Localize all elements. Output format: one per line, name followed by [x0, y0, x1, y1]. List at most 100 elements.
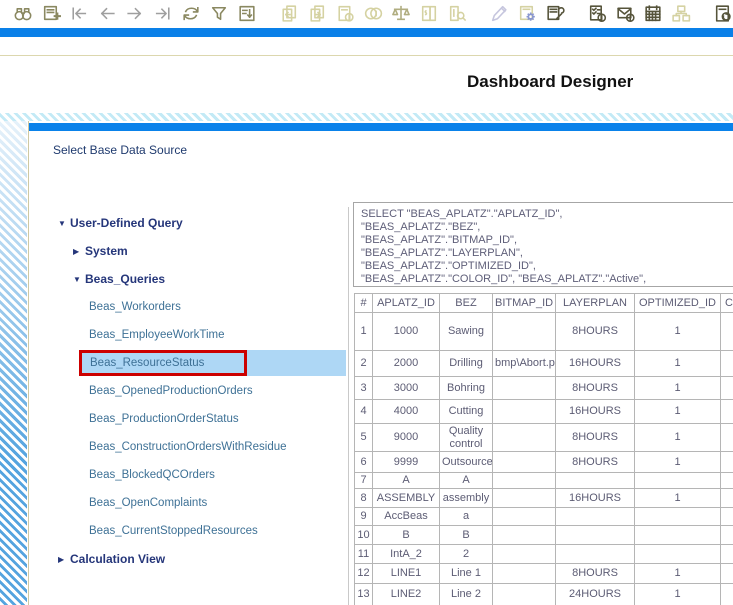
- tree-node-beas-blockedqcorders[interactable]: Beas_BlockedQCOrders: [29, 461, 349, 489]
- table-cell: 8HOURS: [556, 564, 635, 584]
- document-search-icon[interactable]: [446, 3, 468, 25]
- tree-node-beas-constructionorderswithresidue[interactable]: Beas_ConstructionOrdersWithResidue: [29, 433, 349, 461]
- table-cell: [556, 545, 635, 564]
- table-cell: [635, 508, 721, 526]
- tree-node-system[interactable]: ▶System: [29, 237, 349, 265]
- tree-node-label: Beas_ResourceStatus: [90, 357, 204, 369]
- copy-right-icon[interactable]: [306, 3, 328, 25]
- calendar-icon[interactable]: [642, 3, 664, 25]
- table-cell: [635, 526, 721, 545]
- column-header-row-number: #: [355, 294, 373, 313]
- tree-node-beas-employeeworktime[interactable]: Beas_EmployeeWorkTime: [29, 321, 349, 349]
- table-row[interactable]: 8ASSEMBLYassembly16HOURS1: [355, 489, 733, 508]
- tree-node-beas-queries[interactable]: ▼Beas_Queries: [29, 265, 349, 293]
- expanded-arrow-icon[interactable]: ▼: [73, 275, 85, 284]
- tree-node-beas-openedproductionorders[interactable]: Beas_OpenedProductionOrders: [29, 377, 349, 405]
- table-row[interactable]: 33000Bohring8HOURS1: [355, 377, 733, 400]
- table-cell: A: [440, 473, 493, 489]
- table-cell: 1: [355, 313, 373, 351]
- tree-node-user-defined-query[interactable]: ▼User-Defined Query: [29, 209, 349, 237]
- table-row[interactable]: 10BB: [355, 526, 733, 545]
- table-cell: 3000: [373, 377, 440, 400]
- table-row[interactable]: 11000Sawing8HOURS1: [355, 313, 733, 351]
- table-row[interactable]: 7AA: [355, 473, 733, 489]
- table-cell: 1: [635, 377, 721, 400]
- collapsed-arrow-icon[interactable]: ▶: [73, 247, 85, 256]
- refresh-icon[interactable]: [180, 3, 202, 25]
- org-chart-icon[interactable]: [670, 3, 692, 25]
- first-record-icon[interactable]: [68, 3, 90, 25]
- table-cell: [556, 508, 635, 526]
- tree-node-beas-opencomplaints[interactable]: Beas_OpenComplaints: [29, 489, 349, 517]
- copy-left-icon[interactable]: [278, 3, 300, 25]
- table-row[interactable]: 59000Quality control8HOURS1: [355, 424, 733, 452]
- table-cell: Line 1: [440, 564, 493, 584]
- table-cell: 6: [355, 452, 373, 473]
- table-cell: [721, 313, 733, 351]
- coins-icon[interactable]: [362, 3, 384, 25]
- table-cell: Quality control: [440, 424, 493, 452]
- form-settings-icon[interactable]: [516, 3, 538, 25]
- filter-icon[interactable]: [208, 3, 230, 25]
- collapsed-arrow-icon[interactable]: ▶: [58, 555, 70, 564]
- last-record-icon[interactable]: [152, 3, 174, 25]
- column-header-bez: BEZ: [440, 294, 493, 313]
- next-record-icon[interactable]: [124, 3, 146, 25]
- edit-icon[interactable]: [488, 3, 510, 25]
- table-row[interactable]: 22000Drillingbmp\Abort.png16HOURS1: [355, 351, 733, 377]
- tree-node-beas-workorders[interactable]: Beas_Workorders: [29, 293, 349, 321]
- scales-icon[interactable]: [390, 3, 412, 25]
- expanded-arrow-icon[interactable]: ▼: [58, 219, 70, 228]
- table-cell: 8HOURS: [556, 452, 635, 473]
- document-refresh-icon[interactable]: [712, 3, 733, 25]
- table-cell: 8HOURS: [556, 377, 635, 400]
- tree-node-calculation-view[interactable]: ▶Calculation View: [29, 545, 349, 573]
- add-record-icon[interactable]: [40, 3, 62, 25]
- document-currency-icon[interactable]: [418, 3, 440, 25]
- table-cell: [721, 351, 733, 377]
- table-cell: 1: [635, 584, 721, 605]
- table-cell: 2: [440, 545, 493, 564]
- table-cell: IntA_2: [373, 545, 440, 564]
- sort-icon[interactable]: [236, 3, 258, 25]
- tree-node-beas-currentstoppedresources[interactable]: Beas_CurrentStoppedResources: [29, 517, 349, 545]
- tree-node-label: Beas_BlockedQCOrders: [89, 469, 215, 481]
- tree-node-label: Beas_Queries: [85, 272, 165, 286]
- select-data-source-panel: Select Base Data Source ▼User-Defined Qu…: [28, 121, 733, 605]
- data-source-tree: ▼User-Defined Query▶System▼Beas_QueriesB…: [29, 209, 349, 573]
- table-row[interactable]: 44000Cutting16HOURS1: [355, 400, 733, 424]
- table-cell: [493, 424, 556, 452]
- tree-node-label: Calculation View: [70, 552, 165, 566]
- previous-record-icon[interactable]: [96, 3, 118, 25]
- table-row[interactable]: 11IntA_22: [355, 545, 733, 564]
- table-cell: [721, 545, 733, 564]
- table-row[interactable]: 12LINE1Line 18HOURS1: [355, 564, 733, 584]
- table-cell: A: [373, 473, 440, 489]
- table-cell: [493, 508, 556, 526]
- table-cell: B: [373, 526, 440, 545]
- table-row[interactable]: 9AccBeasa: [355, 508, 733, 526]
- tree-node-beas-resourcestatus[interactable]: Beas_ResourceStatus: [29, 349, 349, 377]
- table-cell: 1: [635, 351, 721, 377]
- table-cell: 16HOURS: [556, 351, 635, 377]
- table-cell: [721, 584, 733, 605]
- table-cell: 2000: [373, 351, 440, 377]
- table-row[interactable]: 13LINE2Line 224HOURS1: [355, 584, 733, 605]
- table-cell: AccBeas: [373, 508, 440, 526]
- tree-node-beas-productionorderstatus[interactable]: Beas_ProductionOrderStatus: [29, 405, 349, 433]
- checklist-alert-icon[interactable]: [586, 3, 608, 25]
- table-cell: 12: [355, 564, 373, 584]
- table-row[interactable]: 69999Outsourcer8HOURS1: [355, 452, 733, 473]
- form-tools-icon[interactable]: [544, 3, 566, 25]
- tree-divider: [348, 207, 349, 605]
- table-cell: Cutting: [440, 400, 493, 424]
- table-cell: 1: [635, 489, 721, 508]
- message-alert-icon[interactable]: [614, 3, 636, 25]
- tree-node-label: System: [85, 244, 128, 258]
- column-header-layerplan: LAYERPLAN: [556, 294, 635, 313]
- find-icon[interactable]: [12, 3, 34, 25]
- table-cell: [721, 526, 733, 545]
- table-cell: 5: [355, 424, 373, 452]
- annotation-red-box: Beas_ResourceStatus: [79, 350, 247, 376]
- document-total-icon[interactable]: [334, 3, 356, 25]
